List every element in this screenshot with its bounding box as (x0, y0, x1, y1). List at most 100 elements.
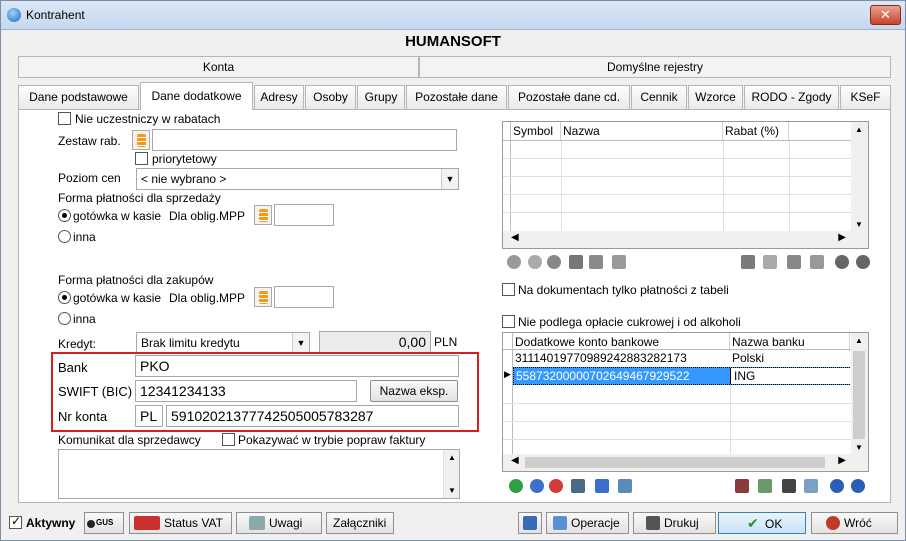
nav-prev-icon[interactable] (830, 479, 844, 493)
sprzedaz-mpp-picker-icon[interactable] (254, 205, 272, 225)
duplicate-icon[interactable] (804, 479, 818, 493)
kredyt-amount-field[interactable]: 0,00 (319, 331, 431, 353)
nav-next-icon[interactable] (851, 479, 865, 493)
tab-osoby[interactable]: Osoby (305, 85, 356, 109)
tab-domyslne-rejestry[interactable]: Domyślne rejestry (419, 56, 891, 78)
table-icon[interactable] (571, 479, 585, 493)
zestaw-rab-picker-icon[interactable] (132, 130, 150, 150)
rabat-grid[interactable]: Symbol Nazwa Rabat (%) ▲ ▼ ◀ ▶ (502, 121, 869, 249)
operacje-button[interactable]: Operacje (546, 512, 629, 534)
status-vat-button[interactable]: Status VAT (129, 512, 232, 534)
pokazywac-checkbox[interactable] (222, 433, 235, 446)
aktywny-checkbox[interactable] (9, 514, 22, 529)
edit-icon[interactable] (528, 255, 542, 269)
wroc-button[interactable]: Wróć (811, 512, 898, 534)
copy-icon[interactable] (758, 479, 772, 493)
tab-cennik[interactable]: Cennik (631, 85, 687, 109)
nie-uczestniczy-checkbox[interactable] (58, 112, 71, 125)
zakup-mpp-field[interactable] (274, 286, 334, 308)
rabat-col-nazwa[interactable]: Nazwa (561, 122, 723, 140)
tab-dane-podstawowe[interactable]: Dane podstawowe (18, 85, 139, 109)
add-icon[interactable] (509, 479, 523, 493)
bank-accounts-grid[interactable]: Dodatkowe konto bankowe Nazwa banku 3111… (502, 332, 869, 472)
rabat-col-rabat[interactable]: Rabat (%) (723, 122, 789, 140)
gus-button[interactable]: GUS (84, 512, 124, 534)
save-icon[interactable] (787, 255, 801, 269)
copy-icon[interactable] (763, 255, 777, 269)
chevron-down-icon: ▼ (441, 169, 458, 189)
duplicate-icon[interactable] (810, 255, 824, 269)
tab-rodo-zgody[interactable]: RODO - Zgody (744, 85, 839, 109)
tab-pozostale-dane-cd[interactable]: Pozostałe dane cd. (508, 85, 630, 109)
zestaw-rab-label: Zestaw rab. (58, 134, 121, 148)
current-row-indicator-icon: ▶ (504, 369, 511, 379)
connections-button[interactable] (518, 512, 542, 534)
zakup-gotowka-radio[interactable] (58, 291, 71, 304)
komunikat-textarea[interactable]: ▲ ▼ (58, 449, 460, 499)
poziom-cen-select[interactable]: < nie wybrano > ▼ (136, 168, 459, 190)
remove-icon[interactable] (547, 255, 561, 269)
bank-name-cell[interactable]: ING (730, 368, 850, 384)
save-icon[interactable] (782, 479, 796, 493)
drukuj-button[interactable]: Drukuj (633, 512, 716, 534)
remove-icon[interactable] (549, 479, 563, 493)
cukrowa-checkbox[interactable] (502, 315, 515, 328)
sprzedaz-gotowka-radio[interactable] (58, 209, 71, 222)
nazwa-eksp-button[interactable]: Nazwa eksp. (370, 380, 458, 402)
zalaczniki-button[interactable]: Załączniki (326, 512, 394, 534)
bank-hscroll[interactable]: ◀ ▶ (503, 454, 868, 471)
rabat-hscroll[interactable]: ◀ ▶ (503, 231, 868, 248)
edit-icon[interactable] (530, 479, 544, 493)
add-icon[interactable] (507, 255, 521, 269)
close-button[interactable]: ✕ (870, 5, 901, 25)
table-row[interactable]: 31114019770989242883282173 Polski (513, 350, 850, 367)
tylko-platnosci-label: Na dokumentach tylko płatności z tabeli (518, 283, 729, 297)
tylko-platnosci-checkbox[interactable] (502, 283, 515, 296)
priorytetowy-checkbox[interactable] (135, 152, 148, 165)
tab-dane-dodatkowe[interactable]: Dane dodatkowe (140, 82, 253, 110)
nav-next-icon[interactable] (856, 255, 870, 269)
nav-prev-icon[interactable] (835, 255, 849, 269)
table-icon[interactable] (569, 255, 583, 269)
uwagi-button[interactable]: Uwagi (236, 512, 322, 534)
table-row[interactable]: 55873200000702649467929522 ING (513, 367, 850, 385)
nr-konta-prefix-field[interactable]: PL (135, 405, 163, 427)
kredyt-label: Kredyt: (58, 337, 97, 351)
zakup-mpp-picker-icon[interactable] (254, 287, 272, 307)
tab-wzorce[interactable]: Wzorce (688, 85, 743, 109)
sprzedaz-inna-radio[interactable] (58, 230, 71, 243)
rabat-vscroll[interactable]: ▲ ▼ (851, 122, 868, 232)
scroll-thumb[interactable] (525, 457, 825, 468)
bank-field[interactable]: PKO (135, 355, 459, 377)
komunikat-scrollbar[interactable]: ▲ ▼ (443, 450, 459, 498)
filter-icon[interactable] (612, 255, 626, 269)
zakup-gotowka-label: gotówka w kasie (73, 291, 162, 305)
bank-label: Bank (58, 360, 88, 375)
ok-button[interactable]: ✔ OK (718, 512, 806, 534)
grid-line (503, 212, 853, 213)
tab-ksef[interactable]: KSeF (840, 85, 891, 109)
tab-adresy[interactable]: Adresy (254, 85, 304, 109)
export-icon[interactable] (618, 479, 632, 493)
rabat-col-symbol[interactable]: Symbol (511, 122, 561, 140)
print-icon[interactable] (735, 479, 749, 493)
zakup-inna-radio[interactable] (58, 312, 71, 325)
export-icon[interactable] (589, 255, 603, 269)
kredyt-value: Brak limitu kredytu (141, 336, 240, 350)
status-vat-icon (134, 516, 160, 530)
nr-konta-field[interactable]: 59102021377742505005783287 (166, 405, 459, 427)
scroll-thumb[interactable] (853, 351, 865, 439)
grid-line (503, 140, 853, 141)
print-icon[interactable] (741, 255, 755, 269)
zestaw-rab-field[interactable] (152, 129, 457, 151)
tab-konta[interactable]: Konta (18, 56, 419, 78)
tab-pozostale-dane[interactable]: Pozostałe dane (406, 85, 507, 109)
scroll-up-icon: ▲ (855, 336, 863, 345)
swift-field[interactable]: 12341234133 (135, 380, 357, 402)
bank-vscroll[interactable]: ▲ ▼ (851, 333, 868, 455)
sprzedaz-mpp-field[interactable] (274, 204, 334, 226)
kredyt-select[interactable]: Brak limitu kredytu ▼ (136, 332, 310, 354)
tab-grupy[interactable]: Grupy (357, 85, 405, 109)
filter-icon[interactable] (595, 479, 609, 493)
notes-icon (249, 516, 265, 530)
